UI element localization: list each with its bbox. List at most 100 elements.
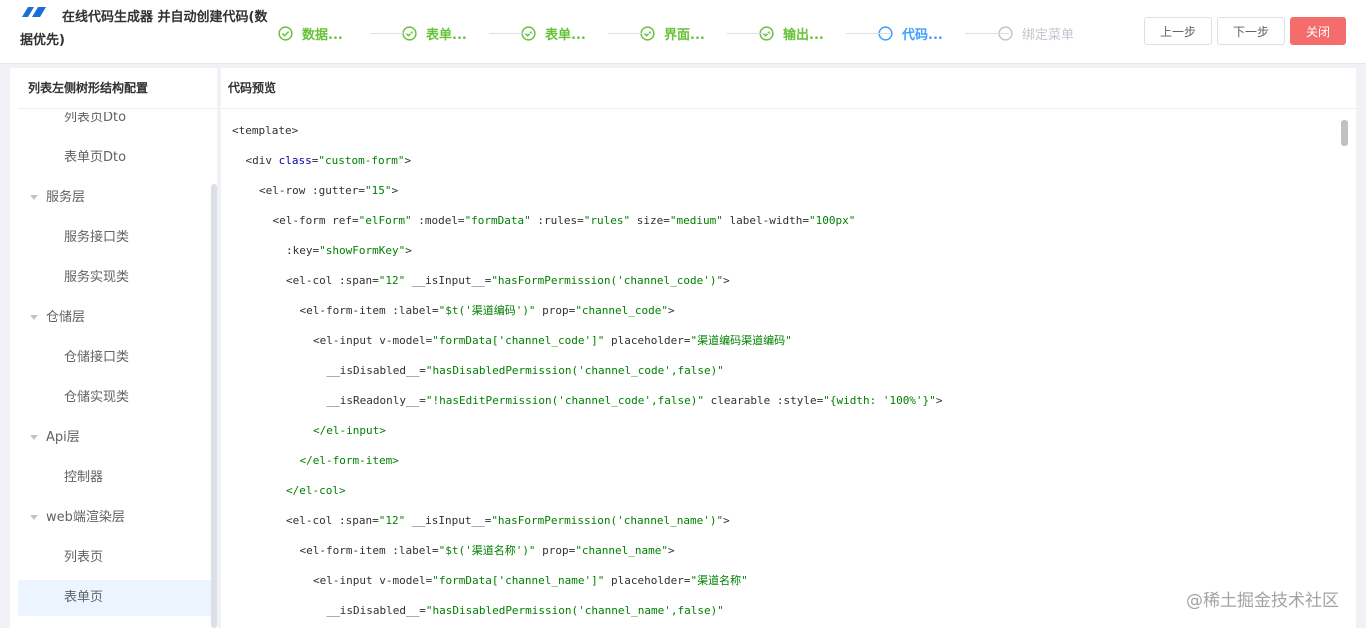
code-preview[interactable]: <template> <div class="custom-form"> <el-r…	[221, 116, 1336, 628]
tree-item-label: 仓储接口类	[64, 350, 130, 365]
tree-item[interactable]: 仓储层	[18, 300, 212, 336]
code-token: "medium"	[669, 214, 723, 227]
code-token: "elForm"	[358, 214, 412, 227]
code-token: __isDisabled__=	[326, 604, 426, 617]
code-token: "$t('渠道名称')"	[438, 544, 536, 557]
code-token: <el-input v-model=	[313, 334, 433, 347]
left-panel-title: 列表左侧树形结构配置	[18, 68, 217, 109]
code-token: >	[668, 304, 675, 317]
tree-item[interactable]: Api层	[18, 420, 212, 456]
code-token: "formData"	[464, 214, 531, 227]
tree-item-label: Api层	[46, 430, 80, 445]
code-token: "渠道名称"	[690, 574, 748, 587]
code-token: "channel_code"	[575, 304, 669, 317]
check-circle-icon	[278, 25, 293, 41]
code-scrollbar[interactable]	[1341, 120, 1348, 146]
code-token: prop=	[535, 544, 576, 557]
tree-item[interactable]: 仓储接口类	[18, 340, 212, 376]
code-token: "rules"	[583, 214, 631, 227]
right-panel: 代码预览 <template> <div class="custom-form">…	[221, 68, 1356, 628]
step-label: 代码...	[902, 27, 943, 43]
step-1: 数据...	[278, 18, 343, 48]
step-connector	[608, 33, 652, 34]
code-token: >	[405, 244, 412, 257]
code-token: size=	[630, 214, 670, 227]
code-token: class	[278, 154, 312, 167]
tree-item-label: 控制器	[64, 470, 104, 485]
tree-item-label: 仓储层	[46, 310, 86, 325]
code-line: </el-form-item>	[300, 446, 399, 476]
left-scrollbar[interactable]	[211, 184, 217, 628]
code-token: "{width: '100%'}"	[823, 394, 936, 407]
code-token: :model=	[411, 214, 465, 227]
tree-item-label: 服务接口类	[64, 230, 130, 245]
code-line: <el-col :span="12" __isInput__="hasFormP…	[286, 266, 730, 296]
tree-item[interactable]: 列表页	[18, 540, 212, 576]
code-token: prop=	[535, 304, 576, 317]
code-token: clearable :style=	[704, 394, 824, 407]
tree-item[interactable]: 表单页	[18, 580, 212, 616]
code-token: "12"	[378, 274, 406, 287]
tree-item-label: web端渲染层	[46, 510, 125, 525]
step-connector	[489, 33, 533, 34]
step-label: 界面...	[664, 27, 705, 43]
code-token: "formData['channel_code']"	[432, 334, 605, 347]
code-token: "channel_name"	[575, 544, 669, 557]
close-button[interactable]: 关闭	[1290, 17, 1346, 45]
code-token: "15"	[364, 184, 392, 197]
code-token: "hasFormPermission('channel_name')"	[491, 514, 724, 527]
code-token: :key=	[286, 244, 320, 257]
prev-step-button[interactable]: 上一步	[1144, 17, 1212, 45]
caret-down-icon	[30, 435, 38, 440]
code-token: <el-row :gutter=	[259, 184, 365, 197]
code-line: <el-input v-model="formData['channel_cod…	[313, 326, 792, 356]
code-token: <el-form-item :label=	[299, 544, 439, 557]
code-token: "100px"	[808, 214, 856, 227]
tree-item[interactable]: 服务实现类	[18, 260, 212, 296]
tree-item[interactable]: 列表页Dto	[18, 112, 212, 136]
code-token: >	[668, 544, 675, 557]
step-label: 输出...	[783, 27, 824, 43]
page-title-line1: 在线代码生成器 并自动创建代码(数	[62, 10, 268, 25]
logo-icon	[22, 7, 46, 17]
code-token: __isInput__=	[405, 514, 492, 527]
code-line: <el-form-item :label="$t('渠道名称')" prop="…	[300, 536, 675, 566]
step-7: 绑定菜单	[998, 18, 1074, 48]
code-token: :rules=	[530, 214, 584, 227]
tree-item[interactable]: 服务接口类	[18, 220, 212, 256]
code-line: <el-col :span="12" __isInput__="hasFormP…	[286, 506, 730, 536]
code-token: <div	[245, 154, 279, 167]
code-token: "showFormKey"	[319, 244, 406, 257]
tree-item[interactable]: 控制器	[18, 460, 212, 496]
code-token: "custom-form"	[318, 154, 405, 167]
code-line: <div class="custom-form">	[246, 146, 412, 176]
code-line: <el-row :gutter="15">	[259, 176, 398, 206]
step-label: 数据...	[302, 27, 343, 43]
step-label: 绑定菜单	[1022, 27, 1075, 43]
page-title-line2: 据优先)	[20, 33, 65, 48]
code-token: "渠道编码渠道编码"	[690, 334, 792, 347]
tree-item-label: 服务层	[46, 190, 86, 205]
tree-item-label: 表单页Dto	[64, 150, 127, 165]
code-token: <el-col :span=	[286, 514, 379, 527]
tree-item[interactable]: web端渲染层	[18, 500, 212, 536]
code-line: <el-form ref="elForm" :model="formData" …	[273, 206, 856, 236]
next-step-button[interactable]: 下一步	[1217, 17, 1285, 45]
code-token: __isInput__=	[405, 274, 492, 287]
code-token: placeholder=	[604, 574, 691, 587]
tree-item[interactable]: 服务层	[18, 180, 212, 216]
tree-item-label: 表单页	[64, 590, 104, 605]
code-line: </el-col>	[286, 476, 346, 506]
code-token: "formData['channel_name']"	[432, 574, 605, 587]
steps-bar: 数据... 表单... 表单... 界面... 输出... 代码... 绑定菜单	[278, 18, 1098, 48]
code-token: >	[404, 154, 412, 167]
code-line: __isDisabled__="hasDisabledPermission('c…	[327, 596, 724, 626]
code-token: "12"	[378, 514, 406, 527]
code-preview-title: 代码预览	[221, 68, 1356, 109]
code-line: __isDisabled__="hasDisabledPermission('c…	[327, 356, 724, 386]
code-line: :key="showFormKey">	[286, 236, 412, 266]
code-token: </el-input>	[313, 424, 386, 437]
tree-item[interactable]: 表单页Dto	[18, 140, 212, 176]
code-token: <el-form-item :label=	[299, 304, 439, 317]
tree-item[interactable]: 仓储实现类	[18, 380, 212, 416]
